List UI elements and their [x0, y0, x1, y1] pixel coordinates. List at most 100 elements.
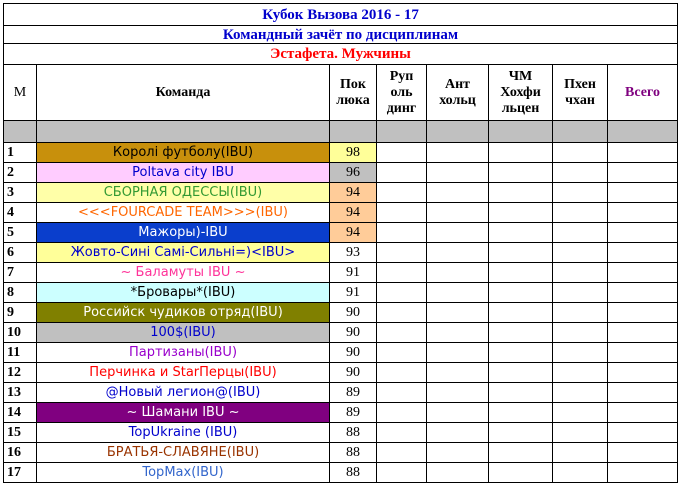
header-pokljuka-line2: люка: [336, 92, 370, 108]
ruhpolding-points-cell: [376, 322, 427, 343]
antholz-points-cell: [426, 322, 489, 343]
rank-cell: 5: [3, 222, 37, 243]
team-cell: 100$(IBU): [36, 322, 330, 343]
antholz-points-cell: [426, 422, 489, 443]
team-cell: ~ Шамани IBU ~: [36, 402, 330, 423]
antholz-points-cell: [426, 442, 489, 463]
pyeongchang-points-cell: [552, 362, 608, 383]
antholz-points-cell: [426, 162, 489, 183]
hochfilzen-points-cell: [488, 462, 553, 483]
pokljuka-points-cell: 93: [329, 242, 377, 263]
pyeongchang-points-cell: [552, 382, 608, 403]
pyeongchang-points-cell: [552, 282, 608, 303]
total-points-cell: [606, 402, 679, 423]
team-cell: <<<FOURCADE TEAM>>>(IBU): [36, 202, 330, 223]
pokljuka-points-cell: 94: [329, 202, 377, 223]
total-points-cell: [606, 222, 679, 243]
ruhpolding-points-cell: [376, 282, 427, 303]
pyeongchang-points-cell: [552, 402, 608, 423]
total-points-cell: [606, 442, 679, 463]
team-cell: Poltava city IBU: [36, 162, 330, 183]
ruhpolding-points-cell: [376, 402, 427, 423]
hochfilzen-points-cell: [488, 442, 553, 463]
header-pyeongchang: Пхен чхан: [552, 64, 608, 121]
hochfilzen-points-cell: [488, 362, 553, 383]
total-points-cell: [606, 422, 679, 443]
team-cell: ~ Баламуты IBU ~: [36, 262, 330, 283]
hochfilzen-points-cell: [488, 262, 553, 283]
hochfilzen-points-cell: [488, 182, 553, 203]
table-row: 12 Перчинка и StarПерцы(IBU) 90: [3, 362, 679, 383]
rank-cell: 11: [3, 342, 37, 363]
ruhpolding-points-cell: [376, 242, 427, 263]
header-total: Всего: [606, 64, 679, 121]
rank-cell: 8: [3, 282, 37, 303]
table-row: 3 СБОРНАЯ ОДЕССЫ(IBU) 94: [3, 182, 679, 203]
hochfilzen-points-cell: [488, 422, 553, 443]
antholz-points-cell: [426, 362, 489, 383]
pokljuka-points-cell: 90: [329, 322, 377, 343]
separator-row: [3, 120, 679, 143]
pyeongchang-points-cell: [552, 162, 608, 183]
table-row: 11 Партизаны(IBU) 90: [3, 342, 679, 363]
ruhpolding-points-cell: [376, 382, 427, 403]
antholz-points-cell: [426, 462, 489, 483]
hochfilzen-points-cell: [488, 402, 553, 423]
pyeongchang-points-cell: [552, 202, 608, 223]
pokljuka-points-cell: 88: [329, 422, 377, 443]
pokljuka-points-cell: 90: [329, 302, 377, 323]
pyeongchang-points-cell: [552, 222, 608, 243]
rank-cell: 9: [3, 302, 37, 323]
total-points-cell: [606, 162, 679, 183]
total-points-cell: [606, 282, 679, 303]
rank-cell: 12: [3, 362, 37, 383]
standings-subtitle: Командный зачёт по дисциплинам: [2, 25, 679, 44]
header-ruhpolding-line3: динг: [386, 100, 417, 116]
antholz-points-cell: [426, 182, 489, 203]
pyeongchang-points-cell: [552, 182, 608, 203]
header-pokljuka: Пок люка: [329, 64, 377, 121]
antholz-points-cell: [426, 242, 489, 263]
hochfilzen-points-cell: [488, 162, 553, 183]
header-antholz-line1: Ант: [444, 76, 471, 92]
total-points-cell: [606, 202, 679, 223]
antholz-points-cell: [426, 282, 489, 303]
ruhpolding-points-cell: [376, 182, 427, 203]
team-cell: *Бровары*(IBU): [36, 282, 330, 303]
rank-cell: 4: [3, 202, 37, 223]
pyeongchang-points-cell: [552, 262, 608, 283]
rank-cell: 17: [3, 462, 37, 483]
table-row: 13 @Новый легион@(IBU) 89: [3, 382, 679, 403]
header-hochfilzen-line3: льцен: [501, 100, 540, 116]
table-row: 10 100$(IBU) 90: [3, 322, 679, 343]
standings-table: Кубок Вызова 2016 - 17 Командный зачёт п…: [2, 3, 679, 483]
header-antholz: Ант хольц: [426, 64, 489, 121]
rank-cell: 2: [3, 162, 37, 183]
pokljuka-points-cell: 88: [329, 442, 377, 463]
team-cell: Жовто-Сині Самі-Сильні=)<IBU>: [36, 242, 330, 263]
table-row: 15 TopUkraine (IBU) 88: [3, 422, 679, 443]
header-pyeongchang-line1: Пхен: [564, 76, 596, 92]
total-points-cell: [606, 242, 679, 263]
rank-cell: 15: [3, 422, 37, 443]
header-ruhpolding: Руп оль динг: [376, 64, 427, 121]
header-ruhpolding-line1: Руп: [389, 68, 414, 84]
pyeongchang-points-cell: [552, 422, 608, 443]
pokljuka-points-cell: 96: [329, 162, 377, 183]
ruhpolding-points-cell: [376, 362, 427, 383]
total-points-cell: [606, 342, 679, 363]
table-row: 5 Мажоры)-IBU 94: [3, 222, 679, 243]
hochfilzen-points-cell: [488, 142, 553, 163]
hochfilzen-points-cell: [488, 242, 553, 263]
hochfilzen-points-cell: [488, 322, 553, 343]
hochfilzen-points-cell: [488, 342, 553, 363]
table-row: 8 *Бровары*(IBU) 91: [3, 282, 679, 303]
team-cell: @Новый легион@(IBU): [36, 382, 330, 403]
team-cell: Партизаны(IBU): [36, 342, 330, 363]
antholz-points-cell: [426, 402, 489, 423]
pokljuka-points-cell: 89: [329, 382, 377, 403]
team-cell: Российск чудиков отряд(IBU): [36, 302, 330, 323]
header-ruhpolding-line2: оль: [390, 84, 413, 100]
rank-cell: 3: [3, 182, 37, 203]
team-cell: TopUkraine (IBU): [36, 422, 330, 443]
